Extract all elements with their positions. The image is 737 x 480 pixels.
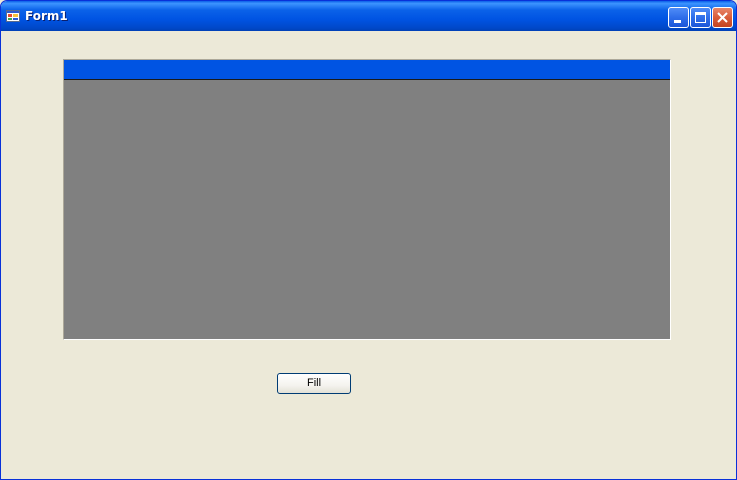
minimize-button[interactable] [668, 7, 689, 28]
maximize-icon [695, 12, 706, 23]
window-title: Form1 [25, 9, 68, 23]
grid-header-row[interactable] [64, 60, 670, 80]
data-grid[interactable] [63, 59, 671, 340]
maximize-button[interactable] [690, 7, 711, 28]
fill-button[interactable]: Fill [277, 373, 351, 394]
close-icon [717, 12, 728, 23]
minimize-icon [674, 20, 681, 23]
form-window: Form1 Fill [0, 0, 737, 480]
close-button[interactable] [712, 7, 733, 28]
title-bar[interactable]: Form1 [1, 1, 736, 31]
app-icon [6, 10, 20, 22]
